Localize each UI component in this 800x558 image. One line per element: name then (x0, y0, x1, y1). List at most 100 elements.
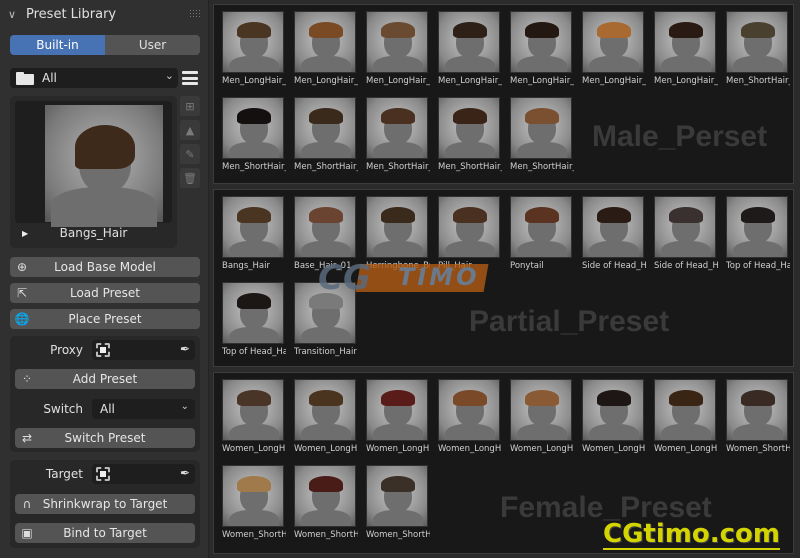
preset-thumbnail[interactable] (222, 97, 284, 159)
preset-thumbnail[interactable] (438, 196, 500, 258)
eyedropper-icon[interactable]: ✒ (180, 342, 190, 356)
preset-item[interactable]: Women_ShortH... (294, 465, 358, 540)
pencil-icon[interactable]: ✎ (180, 144, 200, 164)
preset-item[interactable]: Men_ShortHair_... (726, 11, 790, 86)
preset-item[interactable]: Side of Head_H... (582, 196, 646, 271)
preset-thumbnail[interactable] (366, 97, 428, 159)
preset-thumbnail[interactable] (510, 11, 572, 73)
preset-thumbnail[interactable] (222, 379, 284, 441)
preset-name: Men_LongHair_... (294, 76, 358, 86)
chevron-down-icon[interactable]: ∨ (8, 8, 20, 21)
add-preset-button[interactable]: ⁘ Add Preset (15, 369, 195, 389)
preset-thumbnail[interactable] (366, 196, 428, 258)
preset-item[interactable]: Women_LongH... (510, 379, 574, 454)
target-field[interactable]: ✒ (92, 464, 195, 484)
preset-name: Women_ShortH... (366, 530, 430, 540)
preset-item[interactable]: Men_LongHair_... (438, 11, 502, 86)
preset-item[interactable]: Women_LongH... (222, 379, 286, 454)
preset-thumbnail[interactable] (366, 465, 428, 527)
trash-icon[interactable]: 🗑 (180, 168, 200, 188)
preset-name: Women_ShortH... (222, 530, 286, 540)
preset-name: Men_ShortHair_... (510, 162, 574, 172)
preset-item[interactable]: Women_LongH... (654, 379, 718, 454)
preset-name: Men_ShortHair_... (222, 162, 286, 172)
preview-image[interactable] (45, 105, 163, 227)
category-dropdown[interactable]: All ⌄ (10, 68, 178, 88)
preset-thumbnail[interactable] (294, 196, 356, 258)
preset-thumbnail[interactable] (510, 97, 572, 159)
panel-header[interactable]: ∨ Preset Library (0, 0, 209, 28)
category-value: All (42, 71, 57, 85)
preset-thumbnail[interactable] (222, 282, 284, 344)
preset-item[interactable]: Women_LongH... (366, 379, 430, 454)
list-menu-button[interactable] (181, 69, 199, 87)
preset-item[interactable]: Men_ShortHair_... (510, 97, 574, 172)
preset-thumbnail[interactable] (726, 196, 788, 258)
preset-thumbnail[interactable] (294, 97, 356, 159)
preset-thumbnail[interactable] (654, 196, 716, 258)
preset-thumbnail[interactable] (366, 379, 428, 441)
preset-thumbnail[interactable] (438, 11, 500, 73)
image-icon[interactable]: ▲ (180, 120, 200, 140)
preset-thumbnail[interactable] (654, 11, 716, 73)
preset-item[interactable]: Men_ShortHair_... (222, 97, 286, 172)
preset-name: Side of Head_H... (654, 261, 718, 271)
preset-item[interactable]: Men_ShortHair_... (366, 97, 430, 172)
drag-grip-icon[interactable] (189, 9, 201, 17)
eyedropper-icon[interactable]: ✒ (180, 466, 190, 480)
preset-item[interactable]: Top of Head_Ha... (726, 196, 790, 271)
preset-item[interactable]: Ponytail (510, 196, 574, 271)
preset-thumbnail[interactable] (510, 196, 572, 258)
preset-item[interactable]: Women_ShortH... (222, 465, 286, 540)
add-preset-icon[interactable]: ⊞ (180, 96, 200, 116)
preset-thumbnail[interactable] (222, 11, 284, 73)
switch-dropdown[interactable]: All ⌄ (92, 399, 195, 419)
preset-item[interactable]: Women_ShortH... (726, 379, 790, 454)
preset-thumbnail[interactable] (654, 379, 716, 441)
preset-item[interactable]: Top of Head_Ha... (222, 282, 286, 357)
tab-user[interactable]: User (105, 35, 200, 55)
preset-item[interactable]: Men_LongHair_... (366, 11, 430, 86)
preset-thumbnail[interactable] (366, 11, 428, 73)
preset-thumbnail[interactable] (294, 11, 356, 73)
preset-item[interactable]: Women_LongH... (438, 379, 502, 454)
tab-built-in[interactable]: Built-in (10, 35, 105, 55)
preset-item[interactable]: Men_ShortHair_... (294, 97, 358, 172)
preset-thumbnail[interactable] (582, 379, 644, 441)
preset-item[interactable]: Men_LongHair_... (510, 11, 574, 86)
target-label: Target (45, 467, 83, 481)
preset-thumbnail[interactable] (726, 11, 788, 73)
preset-thumbnail[interactable] (582, 196, 644, 258)
preset-item[interactable]: Men_ShortHair_... (438, 97, 502, 172)
preset-item[interactable]: Men_LongHair_... (654, 11, 718, 86)
preset-thumbnail[interactable] (222, 465, 284, 527)
preset-thumbnail[interactable] (582, 11, 644, 73)
preset-thumbnail[interactable] (294, 465, 356, 527)
preset-item[interactable]: Men_LongHair_... (582, 11, 646, 86)
preset-thumbnail[interactable] (222, 196, 284, 258)
preset-item[interactable]: Men_LongHair_... (222, 11, 286, 86)
switch-preset-button[interactable]: ⇄ Switch Preset (15, 428, 195, 448)
proxy-field[interactable]: ✒ (92, 340, 195, 360)
preset-item[interactable]: Side of Head_H... (654, 196, 718, 271)
preset-thumbnail[interactable] (438, 97, 500, 159)
shrinkwrap-button[interactable]: ∩ Shrinkwrap to Target (15, 494, 195, 514)
load-base-model-button[interactable]: ⊕ Load Base Model (10, 257, 200, 277)
preset-name: Men_LongHair_... (366, 76, 430, 86)
preset-item[interactable]: Men_LongHair_... (294, 11, 358, 86)
preset-side-toolbar: ⊞ ▲ ✎ 🗑 (180, 96, 200, 192)
preset-thumbnail[interactable] (294, 379, 356, 441)
preset-item[interactable]: Women_LongH... (294, 379, 358, 454)
preset-thumbnail[interactable] (510, 379, 572, 441)
preset-name: Men_LongHair_... (222, 76, 286, 86)
preset-item[interactable]: Women_ShortH... (366, 465, 430, 540)
load-preset-button[interactable]: ⇱ Load Preset (10, 283, 200, 303)
chevron-down-icon: ⌄ (180, 401, 189, 412)
preset-thumbnail[interactable] (726, 379, 788, 441)
preset-thumbnail[interactable] (438, 379, 500, 441)
place-preset-button[interactable]: 🌐 Place Preset (10, 309, 200, 329)
preset-name: Men_LongHair_... (510, 76, 574, 86)
bind-to-target-button[interactable]: ▣ Bind to Target (15, 523, 195, 543)
preset-item[interactable]: Bangs_Hair (222, 196, 286, 271)
preset-item[interactable]: Women_LongH... (582, 379, 646, 454)
